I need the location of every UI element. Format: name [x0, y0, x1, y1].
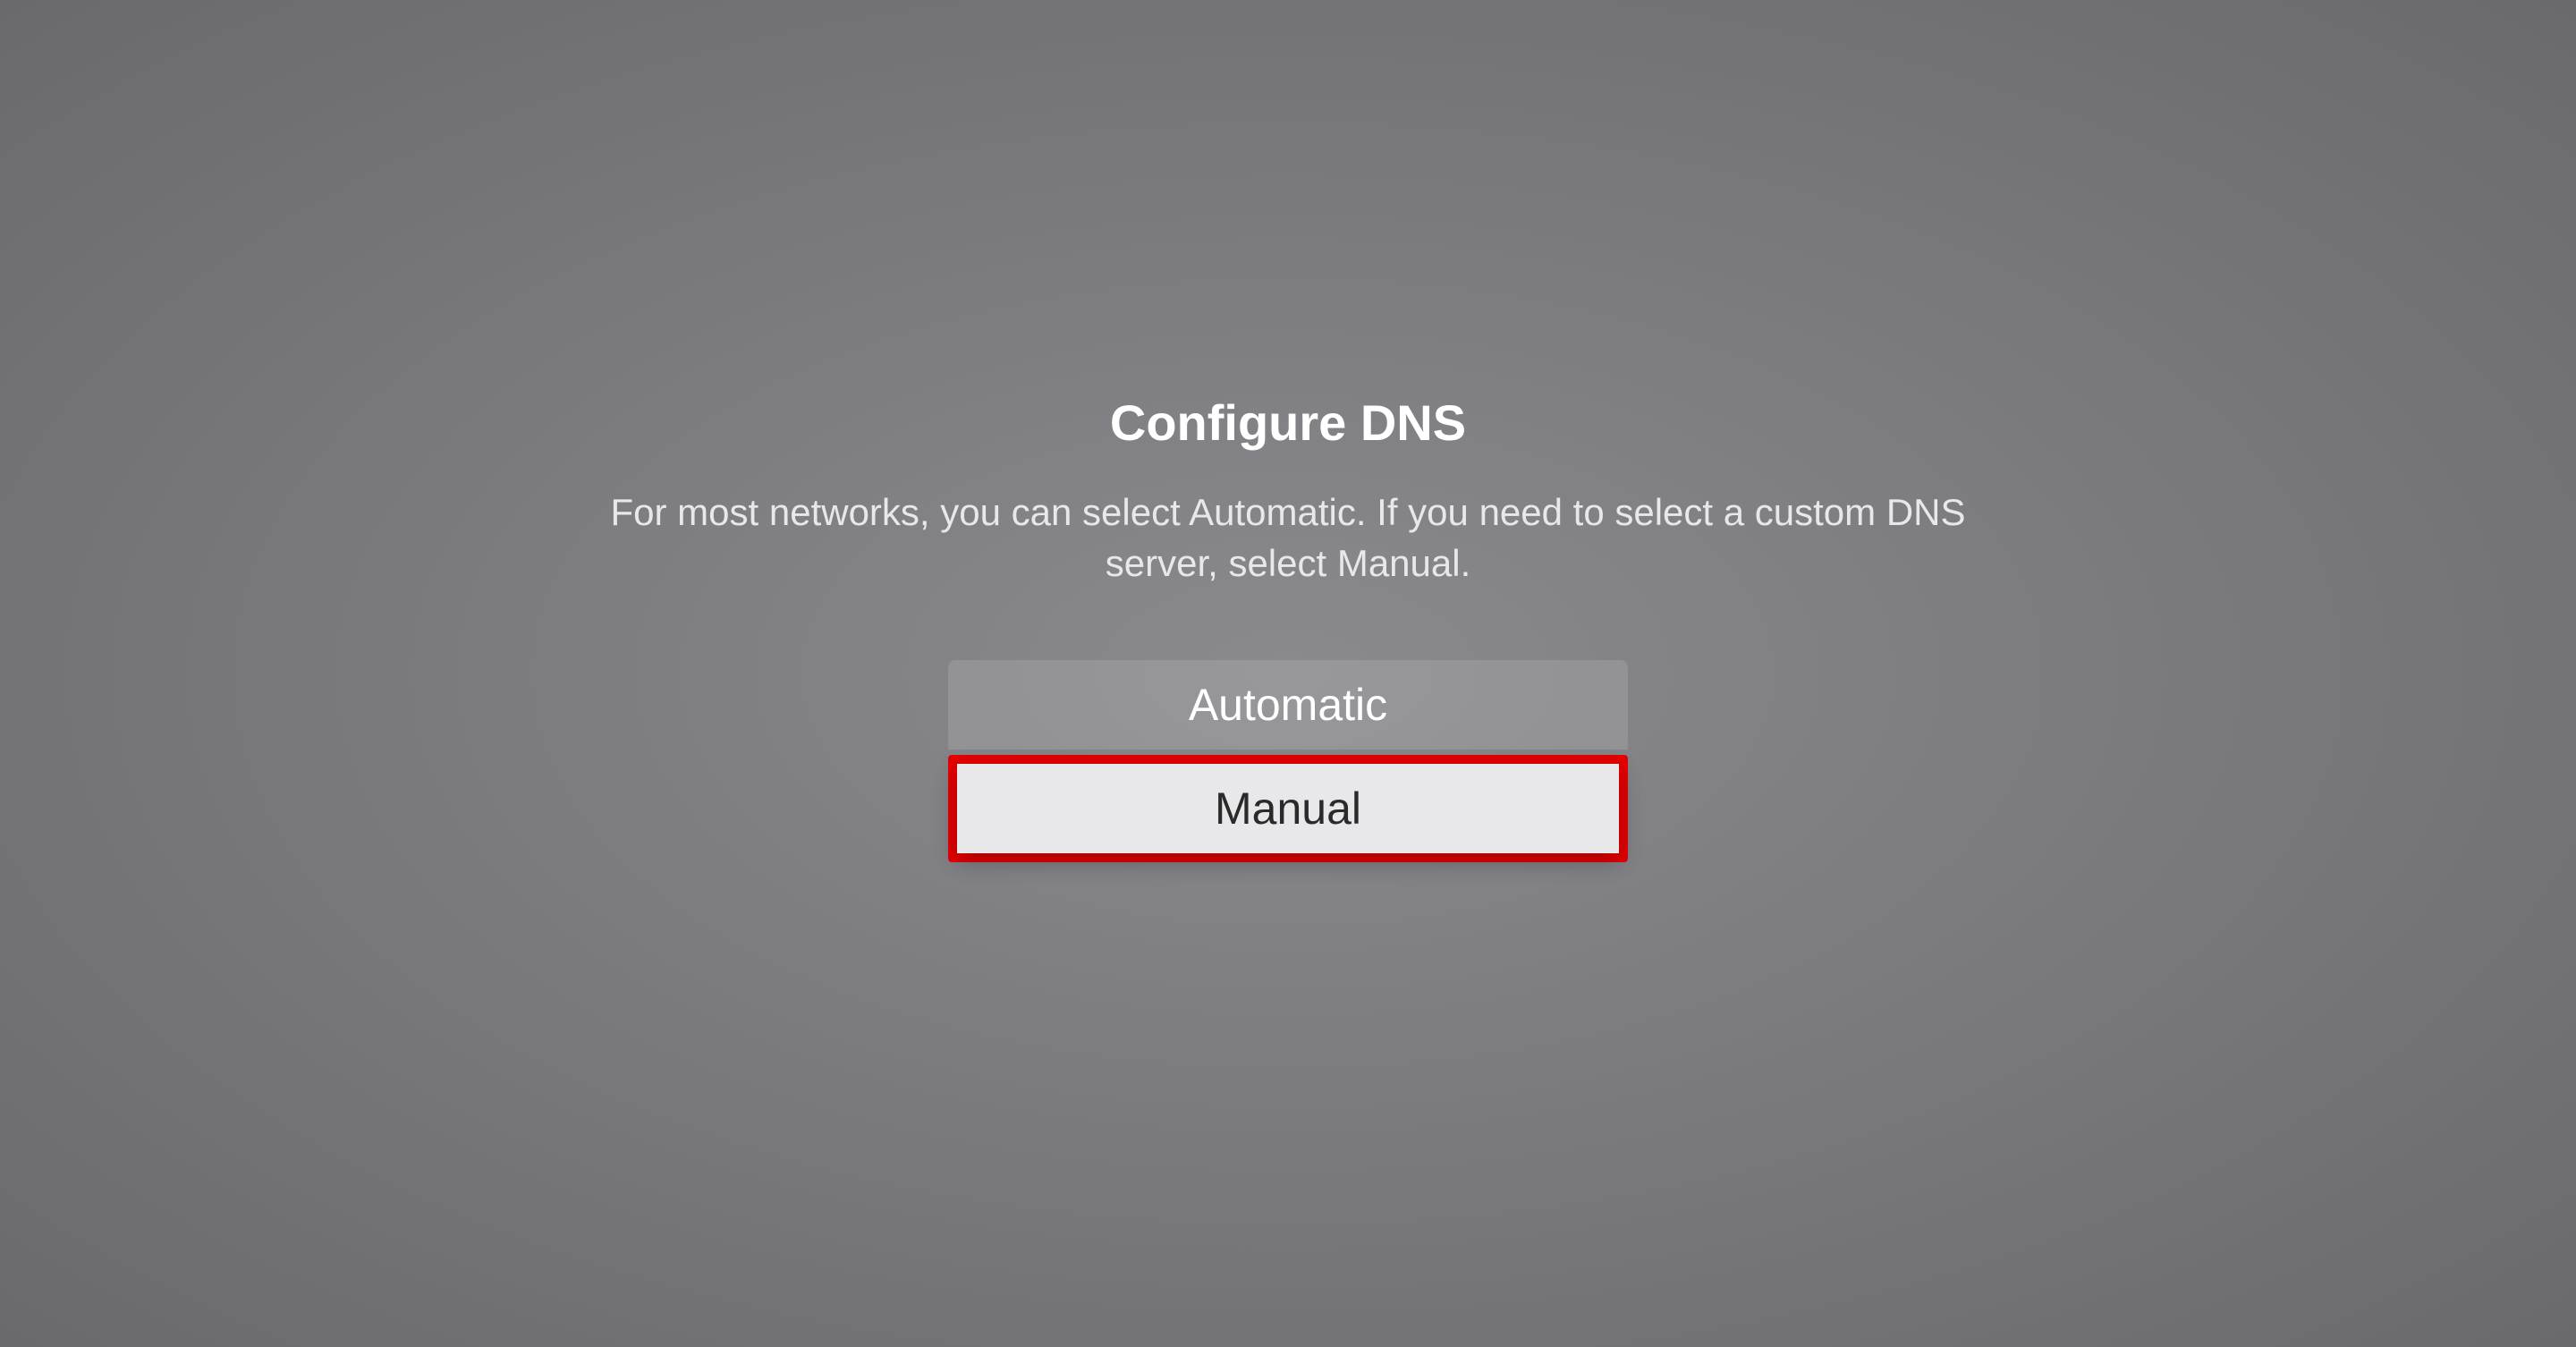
manual-option-button[interactable]: Manual: [957, 764, 1619, 853]
configure-dns-dialog: Configure DNS For most networks, you can…: [0, 394, 2576, 862]
options-list: Automatic Manual: [948, 660, 1628, 862]
manual-option-highlight: Manual: [948, 755, 1628, 862]
automatic-option-button[interactable]: Automatic: [948, 660, 1628, 750]
dialog-description: For most networks, you can select Automa…: [572, 487, 2004, 589]
dialog-title: Configure DNS: [1110, 394, 1466, 452]
